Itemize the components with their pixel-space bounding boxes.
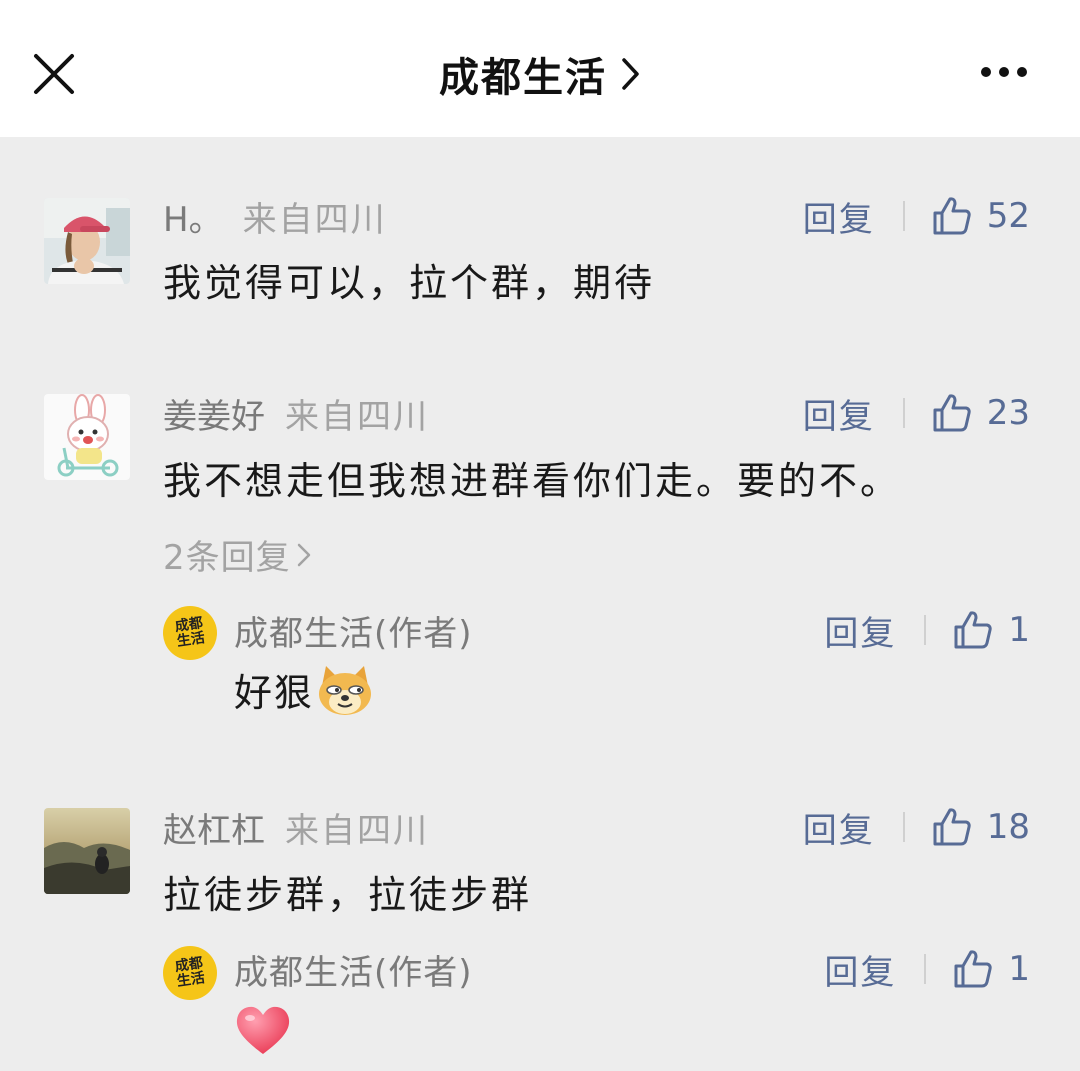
top-bar: 成都生活 [0, 0, 1080, 137]
comment-meta: H。 来自四川 [163, 192, 387, 241]
like-count: 18 [986, 807, 1030, 847]
comment-text: 拉徒步群，拉徒步群 [163, 873, 533, 917]
like-button[interactable]: 23 [931, 392, 1030, 434]
like-button[interactable]: 1 [952, 948, 1030, 990]
reply-text [234, 1004, 292, 1058]
divider [902, 398, 905, 428]
comment-actions: 回复 23 [803, 389, 1030, 438]
divider [924, 954, 927, 984]
more-dots-icon [981, 67, 1027, 77]
reply-button[interactable]: 回复 [803, 803, 875, 852]
reply-button[interactable]: 回复 [824, 945, 896, 994]
author-name[interactable]: 成都生活(作者) [234, 608, 473, 654]
nickname[interactable]: H。 [163, 192, 223, 241]
reply-text: 好狠 [234, 662, 374, 717]
location-label: 来自四川 [285, 396, 429, 437]
author-avatar[interactable]: 成都 生活 [163, 946, 217, 1000]
thumbs-up-icon [954, 611, 993, 649]
avatar[interactable] [44, 394, 130, 480]
comment-text: 我觉得可以，拉个群，期待 [163, 261, 656, 305]
divider [902, 201, 905, 231]
like-count: 23 [986, 393, 1030, 433]
author-avatar-text: 成都 生活 [173, 955, 206, 990]
author-name[interactable]: 成都生活(作者) [234, 947, 473, 993]
comment-meta: 赵杠杠 来自四川 [163, 803, 429, 852]
doge-emoji [319, 665, 372, 715]
page-title: 成都生活 [439, 55, 607, 101]
like-count: 1 [1008, 610, 1030, 650]
thumbs-up-icon [933, 808, 971, 846]
thumbs-up-icon [954, 950, 993, 988]
more-replies-link[interactable]: 2条回复 [163, 530, 313, 579]
reply-text-content: 好狠 [234, 671, 315, 715]
like-button[interactable]: 1 [952, 609, 1030, 651]
like-button[interactable]: 18 [931, 806, 1030, 848]
author-avatar[interactable]: 成都 生活 [163, 606, 217, 660]
reply-actions: 回复 1 [824, 606, 1030, 655]
like-count: 52 [986, 196, 1030, 236]
reply-button[interactable]: 回复 [803, 192, 875, 241]
location-label: 来自四川 [285, 810, 429, 851]
divider [902, 812, 905, 842]
comment-meta: 姜姜好 来自四川 [163, 389, 429, 438]
nickname[interactable]: 姜姜好 [163, 389, 265, 438]
like-button[interactable]: 52 [931, 195, 1030, 237]
comment-actions: 回复 18 [803, 803, 1030, 852]
like-count: 1 [1008, 949, 1030, 989]
nickname[interactable]: 赵杠杠 [163, 803, 265, 852]
author-avatar-text: 成都 生活 [173, 615, 206, 650]
reply-button[interactable]: 回复 [824, 606, 896, 655]
comment-actions: 回复 52 [803, 192, 1030, 241]
thumbs-up-icon [933, 197, 971, 235]
more-replies-label: 2条回复 [163, 538, 291, 578]
avatar[interactable] [44, 198, 130, 284]
thumbs-up-icon [933, 394, 971, 432]
account-title-link[interactable]: 成都生活 [0, 44, 1080, 104]
reply-button[interactable]: 回复 [803, 389, 875, 438]
divider [924, 615, 927, 645]
avatar[interactable] [44, 808, 130, 894]
chevron-right-icon [622, 58, 639, 90]
location-label: 来自四川 [242, 199, 387, 240]
reply-actions: 回复 1 [824, 945, 1030, 994]
comment-text: 我不想走但我想进群看你们走。要的不。 [163, 459, 902, 503]
more-button[interactable] [972, 56, 1036, 88]
chevron-right-icon [297, 543, 310, 566]
heart-emoji [236, 1006, 290, 1054]
